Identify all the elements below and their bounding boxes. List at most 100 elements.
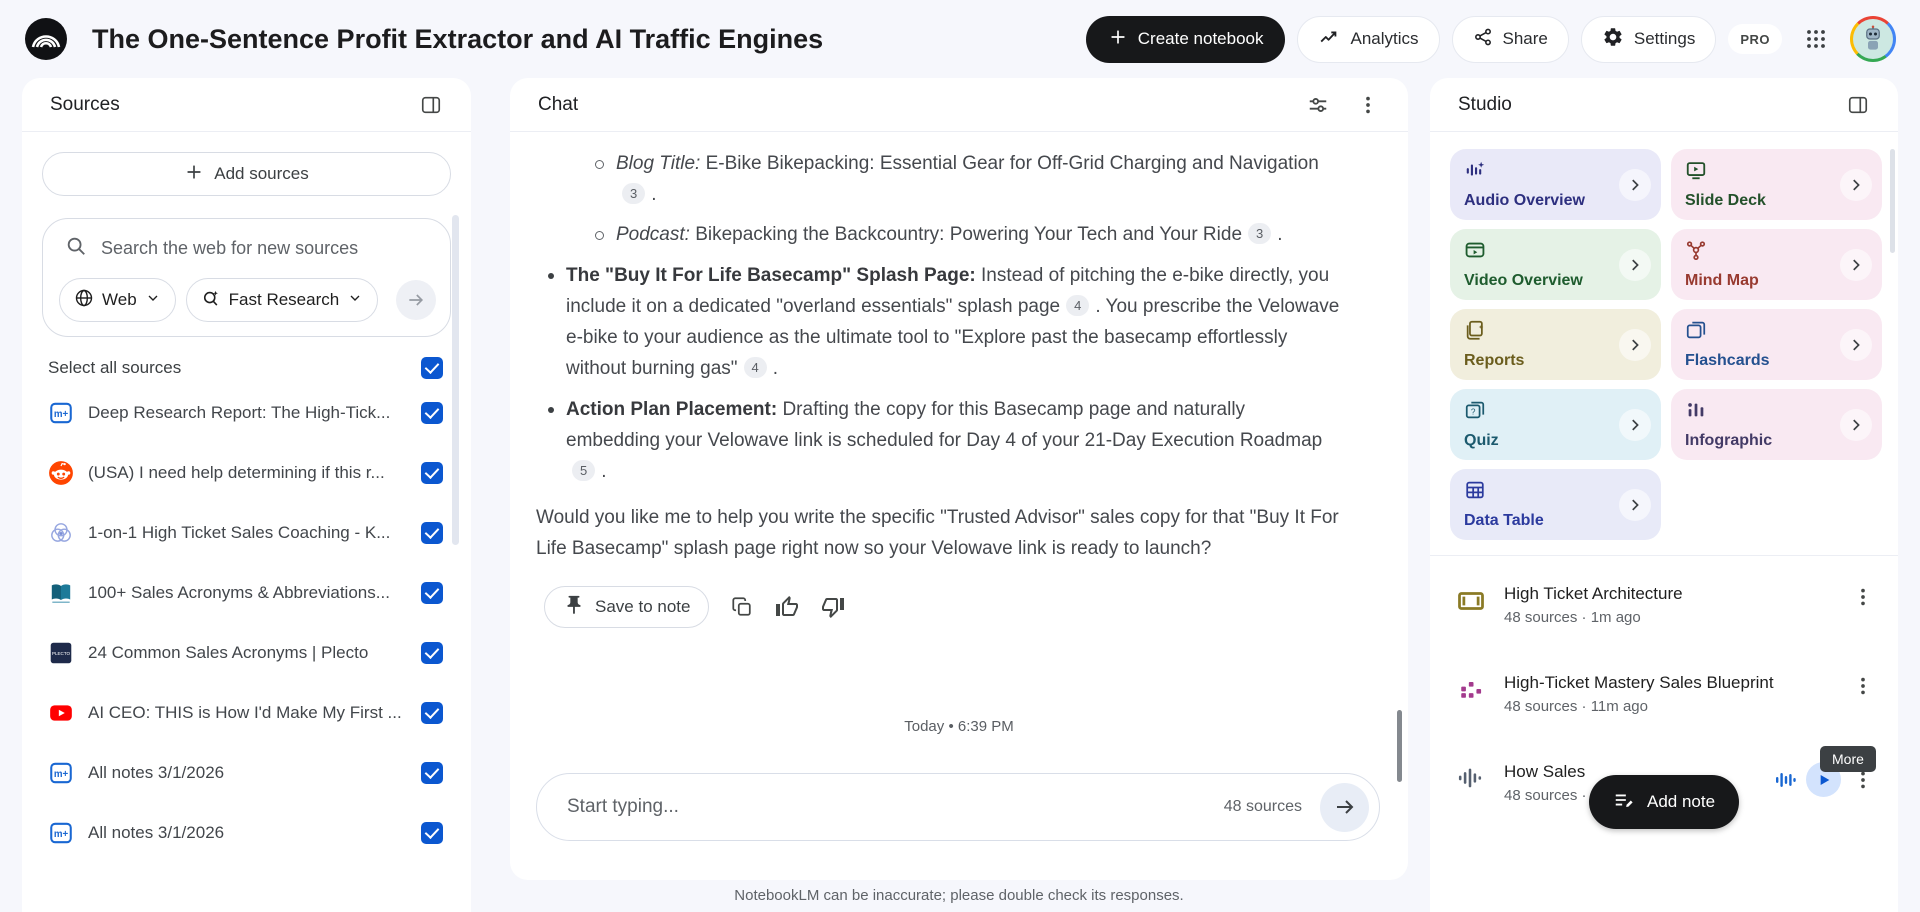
share-icon: [1473, 27, 1493, 52]
analytics-label: Analytics: [1350, 29, 1419, 48]
citation-chip[interactable]: 4: [1066, 295, 1090, 316]
source-checkbox[interactable]: [421, 822, 443, 844]
notebook-title[interactable]: The One-Sentence Profit Extractor and AI…: [92, 24, 823, 55]
save-to-note-button[interactable]: Save to note: [544, 586, 710, 628]
chat-header: Chat: [510, 78, 1408, 132]
open-tool-button[interactable]: [1619, 248, 1651, 281]
tool-card-quiz[interactable]: ? Quiz: [1450, 389, 1661, 460]
plus-icon: [1108, 27, 1128, 52]
open-tool-button[interactable]: [1840, 328, 1872, 361]
source-row[interactable]: (USA) I need help determining if this r.…: [42, 443, 451, 503]
add-sources-label: Add sources: [214, 164, 309, 183]
bullet-lead-bold: The "Buy It For Life Basecamp" Splash Pa…: [566, 265, 976, 286]
open-tool-button[interactable]: [1840, 168, 1872, 201]
copy-response-button[interactable]: [731, 596, 753, 618]
add-sources-button[interactable]: Add sources: [42, 152, 451, 196]
open-tool-button[interactable]: [1619, 488, 1651, 521]
bullet-text: .: [772, 358, 779, 379]
open-tool-button[interactable]: [1619, 328, 1651, 361]
web-search-input[interactable]: [101, 238, 436, 259]
open-tool-button[interactable]: [1840, 248, 1872, 281]
infographic-icon: [1685, 399, 1840, 421]
audio-waveform-icon[interactable]: [1773, 768, 1797, 792]
bullet-lead-italic: Blog Title:: [616, 153, 701, 174]
studio-note-row[interactable]: High-Ticket Mastery Sales Blueprint 48 s…: [1452, 673, 1876, 715]
send-message-button[interactable]: [1320, 782, 1369, 832]
chat-input-area: 48 sources: [536, 773, 1380, 841]
chat-settings-button[interactable]: [1296, 83, 1340, 127]
sources-scrollbar[interactable]: [452, 215, 459, 545]
notebooklm-logo-icon[interactable]: [24, 17, 68, 61]
chat-scrollbar[interactable]: [1397, 710, 1402, 782]
source-checkbox[interactable]: [421, 402, 443, 424]
chat-input[interactable]: [567, 796, 1224, 818]
sources-panel-title: Sources: [50, 93, 120, 115]
source-checkbox[interactable]: [421, 522, 443, 544]
source-row[interactable]: m+ All notes 3/1/2026: [42, 803, 451, 863]
bullet-text: .: [601, 461, 607, 482]
research-mode-chip[interactable]: Fast Research: [185, 278, 379, 322]
note-more-button[interactable]: [1850, 584, 1876, 610]
settings-button[interactable]: Settings: [1580, 15, 1717, 63]
select-all-checkbox[interactable]: [421, 357, 443, 379]
source-checkbox[interactable]: [421, 702, 443, 724]
note-more-button[interactable]: [1850, 673, 1876, 699]
table-icon: [1464, 479, 1619, 501]
citation-chip[interactable]: 3: [622, 183, 646, 204]
sparkle-search-icon: [201, 288, 221, 313]
open-tool-button[interactable]: [1619, 168, 1651, 201]
share-button[interactable]: Share: [1451, 15, 1569, 63]
chat-more-button[interactable]: [1346, 83, 1390, 127]
source-row[interactable]: 100+ Sales Acronyms & Abbreviations...: [42, 563, 451, 623]
thumbs-up-button[interactable]: [775, 595, 799, 619]
tool-card-video-overview[interactable]: Video Overview: [1450, 229, 1661, 300]
source-checkbox[interactable]: [421, 462, 443, 484]
source-row[interactable]: m+ Deep Research Report: The High-Tick...: [42, 383, 451, 443]
tool-card-slide-deck[interactable]: Slide Deck: [1671, 149, 1882, 220]
collapse-sources-panel-button[interactable]: [409, 83, 453, 127]
source-row[interactable]: PLECTO 24 Common Sales Acronyms | Plecto: [42, 623, 451, 683]
youtube-source-icon: [48, 700, 74, 726]
svg-text:m+: m+: [54, 829, 69, 840]
chat-message-area[interactable]: Blog Title: E-Bike Bikepacking: Essentia…: [510, 132, 1408, 718]
source-title: All notes 3/1/2026: [88, 823, 225, 842]
source-checkbox[interactable]: [421, 642, 443, 664]
collapse-studio-panel-button[interactable]: [1836, 83, 1880, 127]
web-scope-chip[interactable]: Web: [59, 278, 176, 322]
source-row[interactable]: AI CEO: THIS is How I'd Make My First ..…: [42, 683, 451, 743]
chat-sub-bullet: Podcast: Bikepacking the Backcountry: Po…: [595, 219, 1340, 250]
top-bar: The One-Sentence Profit Extractor and AI…: [0, 0, 1920, 78]
citation-chip[interactable]: 5: [572, 460, 596, 481]
source-checkbox[interactable]: [421, 762, 443, 784]
note-source-icon: m+: [48, 760, 74, 786]
thumbs-down-button[interactable]: [821, 595, 845, 619]
open-tool-button[interactable]: [1619, 408, 1651, 441]
tool-card-reports[interactable]: Reports: [1450, 309, 1661, 380]
apps-grid-button[interactable]: [1794, 17, 1838, 61]
source-title: All notes 3/1/2026: [88, 763, 225, 782]
tool-label: Data Table: [1464, 512, 1544, 529]
tool-card-flashcards[interactable]: Flashcards: [1671, 309, 1882, 380]
source-checkbox[interactable]: [421, 582, 443, 604]
tool-card-audio-overview[interactable]: Audio Overview: [1450, 149, 1661, 220]
citation-chip[interactable]: 4: [743, 357, 767, 378]
reddit-source-icon: [48, 460, 74, 486]
search-submit-button[interactable]: [396, 280, 436, 320]
studio-scrollbar[interactable]: [1890, 149, 1895, 253]
more-tooltip: More: [1820, 746, 1876, 772]
create-notebook-button[interactable]: Create notebook: [1085, 15, 1286, 63]
barchart-note-icon: [1456, 675, 1488, 708]
tool-card-mind-map[interactable]: Mind Map: [1671, 229, 1882, 300]
open-tool-button[interactable]: [1840, 408, 1872, 441]
tool-card-data-table[interactable]: Data Table: [1450, 469, 1661, 540]
note-title: High-Ticket Mastery Sales Blueprint: [1504, 673, 1774, 692]
source-row[interactable]: m+ All notes 3/1/2026: [42, 743, 451, 803]
tool-card-infographic[interactable]: Infographic: [1671, 389, 1882, 460]
studio-note-row[interactable]: High Ticket Architecture 48 sources · 1m…: [1452, 584, 1876, 626]
citation-chip[interactable]: 3: [1248, 223, 1272, 244]
analytics-button[interactable]: Analytics: [1297, 15, 1440, 63]
add-note-button[interactable]: Add note: [1589, 775, 1740, 829]
source-row[interactable]: 1-on-1 High Ticket Sales Coaching - K...: [42, 503, 451, 563]
tool-label: Infographic: [1685, 432, 1773, 449]
user-avatar[interactable]: [1850, 16, 1896, 62]
